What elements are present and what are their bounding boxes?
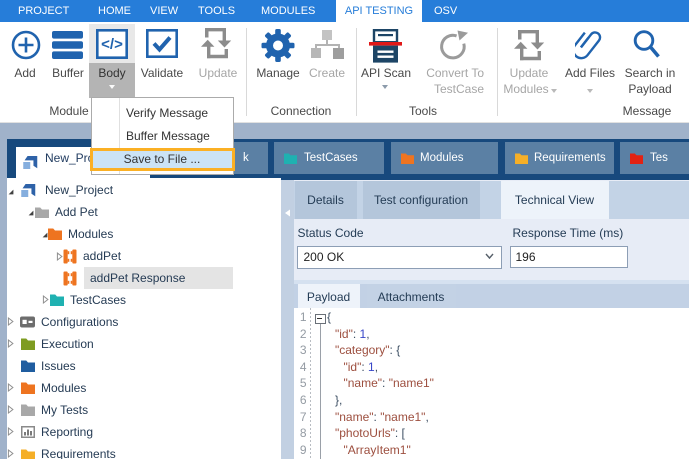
svg-text:</>: </> <box>101 36 123 53</box>
